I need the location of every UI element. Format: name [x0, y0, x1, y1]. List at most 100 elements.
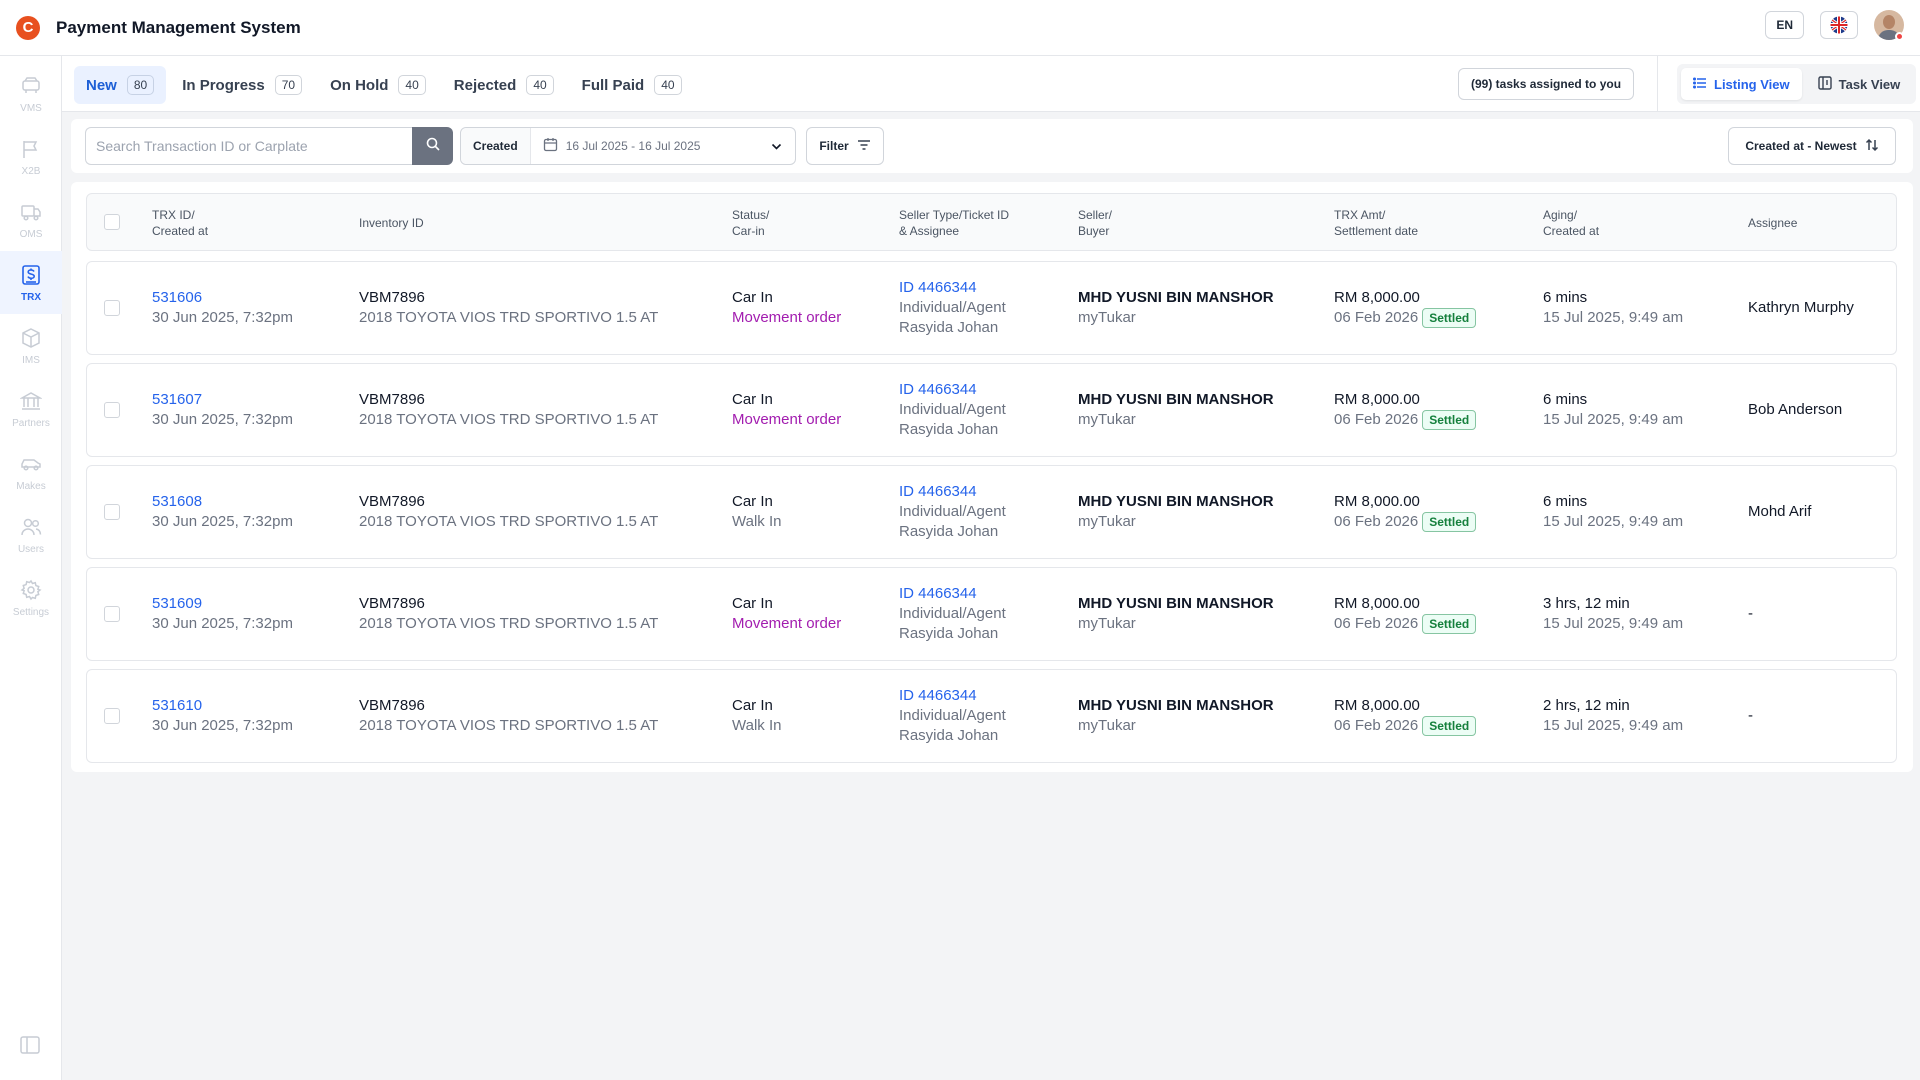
app-logo-icon[interactable]: C	[16, 15, 40, 40]
status-text: Car In	[732, 289, 773, 306]
sidebar-item-label: Settings	[12, 606, 50, 618]
ticket-id-link[interactable]: ID 4466344	[899, 278, 1006, 298]
sidebar: VMS X2B OMS TRX IMS Partners Makes Users…	[0, 56, 62, 1080]
trx-id-link[interactable]: 531606	[152, 288, 293, 308]
tab-label: New	[86, 76, 117, 94]
ticket-id-link[interactable]: ID 4466344	[899, 482, 1006, 502]
select-all-checkbox[interactable]	[104, 214, 120, 230]
inventory-id: VBM7896	[359, 391, 425, 408]
trx-created-at: 30 Jun 2025, 7:32pm	[152, 615, 293, 632]
trx-id-link[interactable]: 531610	[152, 696, 293, 716]
sidebar-item-vms[interactable]: VMS	[0, 62, 62, 125]
header-status: Status/Car-in	[732, 208, 770, 238]
tab-on-hold[interactable]: On Hold 40	[318, 66, 438, 104]
table-row[interactable]: 531609 30 Jun 2025, 7:32pm VBM7896 2018 …	[86, 567, 1897, 661]
filter-button[interactable]: Filter	[806, 127, 884, 165]
task-view-button[interactable]: Task View	[1806, 68, 1913, 100]
tab-count-badge: 70	[274, 75, 303, 95]
aging-created-at: 15 Jul 2025, 9:49 am	[1543, 513, 1684, 530]
filter-bar: Created 16 Jul 2025 - 16 Jul 2025 Filter…	[71, 119, 1913, 173]
trx-created-at: 30 Jun 2025, 7:32pm	[152, 513, 293, 530]
trx-id-link[interactable]: 531608	[152, 492, 293, 512]
row-checkbox[interactable]	[104, 402, 120, 418]
sidebar-item-makes[interactable]: Makes	[0, 440, 62, 503]
ticket-id-link[interactable]: ID 4466344	[899, 380, 1006, 400]
aging-value: 6 mins	[1543, 493, 1588, 510]
search-button[interactable]	[412, 127, 453, 165]
sidebar-item-settings[interactable]: Settings	[0, 566, 62, 629]
sidebar-item-label: TRX	[21, 291, 41, 303]
sidebar-item-label: IMS	[22, 354, 40, 366]
status-text: Car In	[732, 595, 773, 612]
inventory-description: 2018 TOYOTA VIOS TRD SPORTIVO 1.5 AT	[359, 309, 659, 326]
sidebar-item-users[interactable]: Users	[0, 503, 62, 566]
sidebar-item-label: OMS	[19, 228, 43, 240]
date-filter-label: Created	[461, 128, 531, 164]
tab-rejected[interactable]: Rejected 40	[442, 66, 566, 104]
vms-icon	[19, 74, 43, 98]
filter-icon	[857, 138, 871, 155]
assignee-name: Kathryn Murphy	[1748, 299, 1854, 316]
status-text: Car In	[732, 391, 773, 408]
row-checkbox[interactable]	[104, 606, 120, 622]
trx-id-link[interactable]: 531607	[152, 390, 293, 410]
table-row[interactable]: 531608 30 Jun 2025, 7:32pm VBM7896 2018 …	[86, 465, 1897, 559]
aging-created-at: 15 Jul 2025, 9:49 am	[1543, 615, 1684, 632]
divider	[1657, 56, 1658, 112]
sort-button[interactable]: Created at - Newest	[1728, 127, 1896, 165]
sidebar-item-partners[interactable]: Partners	[0, 377, 62, 440]
inventory-id: VBM7896	[359, 289, 425, 306]
bank-icon	[19, 389, 43, 413]
tasks-assigned-badge[interactable]: (99) tasks assigned to you	[1458, 68, 1635, 100]
ticket-id-link[interactable]: ID 4466344	[899, 686, 1006, 706]
search-input[interactable]	[85, 127, 412, 165]
sidebar-item-label: Users	[17, 543, 45, 555]
aging-value: 6 mins	[1543, 391, 1588, 408]
tab-in-progress[interactable]: In Progress 70	[170, 66, 314, 104]
row-checkbox[interactable]	[104, 708, 120, 724]
trx-created-at: 30 Jun 2025, 7:32pm	[152, 309, 293, 326]
tab-new[interactable]: New 80	[74, 66, 167, 104]
calendar-icon	[543, 137, 558, 155]
assignee-name: Bob Anderson	[1748, 401, 1843, 418]
inventory-description: 2018 TOYOTA VIOS TRD SPORTIVO 1.5 AT	[359, 615, 659, 632]
table-row[interactable]: 531610 30 Jun 2025, 7:32pm VBM7896 2018 …	[86, 669, 1897, 763]
dollar-document-icon	[19, 263, 43, 287]
trx-amount: RM 8,000.00	[1334, 391, 1420, 408]
tab-full-paid[interactable]: Full Paid 40	[570, 66, 694, 104]
assignee-name: -	[1748, 707, 1753, 724]
trx-amount: RM 8,000.00	[1334, 289, 1420, 306]
sidebar-item-trx[interactable]: TRX	[0, 251, 62, 314]
collapse-sidebar-icon[interactable]	[19, 1034, 43, 1058]
tab-count-badge: 40	[398, 75, 426, 95]
header-amount: TRX Amt/Settlement date	[1334, 208, 1419, 238]
seller-type: Individual/Agent	[899, 605, 1006, 622]
sidebar-item-ims[interactable]: IMS	[0, 314, 62, 377]
sort-label: Created at - Newest	[1745, 139, 1857, 153]
uk-flag-icon[interactable]	[1820, 11, 1858, 39]
table-row[interactable]: 531606 30 Jun 2025, 7:32pm VBM7896 2018 …	[86, 261, 1897, 355]
header-seller: Seller/Buyer	[1078, 208, 1113, 238]
seller-type: Individual/Agent	[899, 707, 1006, 724]
listing-view-button[interactable]: Listing View	[1681, 68, 1802, 100]
trx-amount: RM 8,000.00	[1334, 697, 1420, 714]
header-inventory: Inventory ID	[359, 216, 424, 230]
row-checkbox[interactable]	[104, 300, 120, 316]
sidebar-item-x2b[interactable]: X2B	[0, 125, 62, 188]
seller-name: MHD YUSNI BIN MANSHOR	[1078, 391, 1274, 408]
seller-type: Individual/Agent	[899, 503, 1006, 520]
search-icon	[426, 137, 440, 156]
seller-name: MHD YUSNI BIN MANSHOR	[1078, 697, 1274, 714]
date-range-value: 16 Jul 2025 - 16 Jul 2025	[565, 139, 701, 153]
row-checkbox[interactable]	[104, 504, 120, 520]
language-button[interactable]: EN	[1765, 11, 1804, 39]
settlement-date: 06 Feb 2026	[1334, 615, 1419, 632]
ticket-assignee: Rasyida Johan	[899, 625, 999, 642]
settlement-date: 06 Feb 2026	[1334, 309, 1419, 326]
sidebar-item-oms[interactable]: OMS	[0, 188, 62, 251]
table-row[interactable]: 531607 30 Jun 2025, 7:32pm VBM7896 2018 …	[86, 363, 1897, 457]
trx-id-link[interactable]: 531609	[152, 594, 293, 614]
status-badge: Settled	[1422, 614, 1477, 634]
ticket-id-link[interactable]: ID 4466344	[899, 584, 1006, 604]
date-filter[interactable]: Created 16 Jul 2025 - 16 Jul 2025	[460, 127, 796, 165]
